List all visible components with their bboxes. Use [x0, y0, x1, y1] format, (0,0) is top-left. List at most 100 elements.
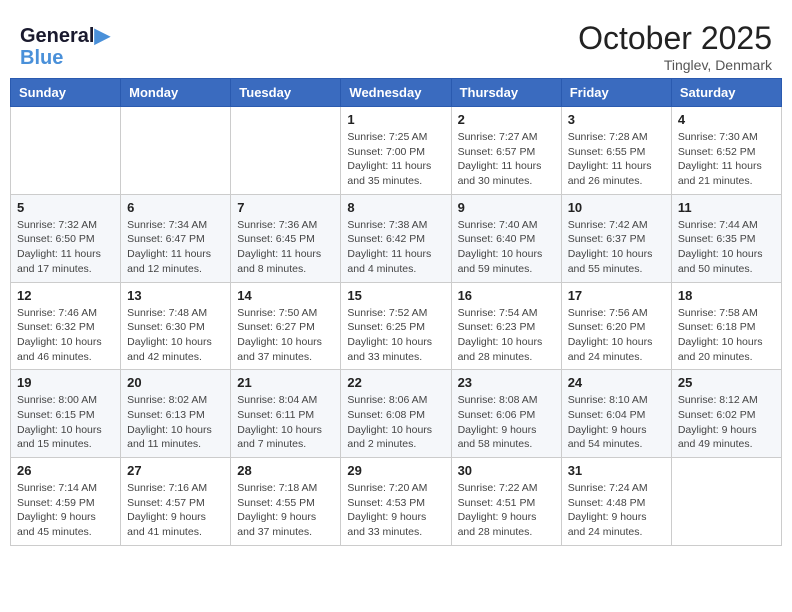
- header-monday: Monday: [121, 79, 231, 107]
- calendar-week-1: 5 Sunrise: 7:32 AMSunset: 6:50 PMDaylight…: [11, 194, 782, 282]
- day-info: Sunrise: 8:10 AMSunset: 6:04 PMDaylight:…: [568, 393, 665, 452]
- calendar-cell: 31 Sunrise: 7:24 AMSunset: 4:48 PMDayligh…: [561, 458, 671, 546]
- calendar-cell: 30 Sunrise: 7:22 AMSunset: 4:51 PMDayligh…: [451, 458, 561, 546]
- day-info: Sunrise: 7:50 AMSunset: 6:27 PMDaylight:…: [237, 306, 334, 365]
- day-number: 11: [678, 200, 775, 215]
- day-info: Sunrise: 8:06 AMSunset: 6:08 PMDaylight:…: [347, 393, 444, 452]
- day-info: Sunrise: 7:40 AMSunset: 6:40 PMDaylight:…: [458, 218, 555, 277]
- calendar-cell: 18Sunrise: 7:58 AMSunset: 6:18 PMDayligh…: [671, 282, 781, 370]
- calendar-cell: [231, 107, 341, 195]
- calendar-cell: 14 Sunrise: 7:50 AMSunset: 6:27 PMDayligh…: [231, 282, 341, 370]
- calendar-header-row: Sunday Monday Tuesday Wednesday Thursday…: [11, 79, 782, 107]
- calendar-cell: 11 Sunrise: 7:44 AMSunset: 6:35 PMDayligh…: [671, 194, 781, 282]
- day-number: 21: [237, 375, 334, 390]
- header-saturday: Saturday: [671, 79, 781, 107]
- day-number: 2: [458, 112, 555, 127]
- calendar-cell: 13 Sunrise: 7:48 AMSunset: 6:30 PMDayligh…: [121, 282, 231, 370]
- day-number: 5: [17, 200, 114, 215]
- calendar-cell: 17 Sunrise: 7:56 AMSunset: 6:20 PMDayligh…: [561, 282, 671, 370]
- day-info: Sunrise: 7:44 AMSunset: 6:35 PMDaylight:…: [678, 218, 775, 277]
- day-info: Sunrise: 7:20 AMSunset: 4:53 PMDaylight:…: [347, 481, 444, 540]
- calendar-cell: 23 Sunrise: 8:08 AMSunset: 6:06 PMDayligh…: [451, 370, 561, 458]
- day-number: 23: [458, 375, 555, 390]
- calendar-cell: [121, 107, 231, 195]
- page-header: General▶ Blue October 2025 Tinglev, Denm…: [10, 10, 782, 73]
- day-number: 8: [347, 200, 444, 215]
- header-tuesday: Tuesday: [231, 79, 341, 107]
- day-info: Sunrise: 7:46 AMSunset: 6:32 PMDaylight:…: [17, 306, 114, 365]
- calendar-cell: 2Sunrise: 7:27 AMSunset: 6:57 PMDaylight…: [451, 107, 561, 195]
- calendar-cell: 4 Sunrise: 7:30 AMSunset: 6:52 PMDaylight…: [671, 107, 781, 195]
- calendar-cell: [11, 107, 121, 195]
- day-info: Sunrise: 7:36 AMSunset: 6:45 PMDaylight:…: [237, 218, 334, 277]
- day-info: Sunrise: 7:30 AMSunset: 6:52 PMDaylight:…: [678, 130, 775, 189]
- day-info: Sunrise: 7:34 AMSunset: 6:47 PMDaylight:…: [127, 218, 224, 277]
- day-info: Sunrise: 8:00 AMSunset: 6:15 PMDaylight:…: [17, 393, 114, 452]
- day-info: Sunrise: 8:04 AMSunset: 6:11 PMDaylight:…: [237, 393, 334, 452]
- day-info: Sunrise: 7:42 AMSunset: 6:37 PMDaylight:…: [568, 218, 665, 277]
- header-sunday: Sunday: [11, 79, 121, 107]
- calendar-cell: 6Sunrise: 7:34 AMSunset: 6:47 PMDaylight…: [121, 194, 231, 282]
- calendar-cell: 5 Sunrise: 7:32 AMSunset: 6:50 PMDaylight…: [11, 194, 121, 282]
- day-number: 12: [17, 288, 114, 303]
- calendar-week-4: 26Sunrise: 7:14 AMSunset: 4:59 PMDayligh…: [11, 458, 782, 546]
- calendar-cell: 20Sunrise: 8:02 AMSunset: 6:13 PMDayligh…: [121, 370, 231, 458]
- calendar-cell: [671, 458, 781, 546]
- day-number: 3: [568, 112, 665, 127]
- day-number: 16: [458, 288, 555, 303]
- header-thursday: Thursday: [451, 79, 561, 107]
- calendar-cell: 9 Sunrise: 7:40 AMSunset: 6:40 PMDaylight…: [451, 194, 561, 282]
- day-number: 10: [568, 200, 665, 215]
- day-number: 19: [17, 375, 114, 390]
- day-info: Sunrise: 7:32 AMSunset: 6:50 PMDaylight:…: [17, 218, 114, 277]
- day-info: Sunrise: 8:12 AMSunset: 6:02 PMDaylight:…: [678, 393, 775, 452]
- day-info: Sunrise: 8:02 AMSunset: 6:13 PMDaylight:…: [127, 393, 224, 452]
- day-number: 14: [237, 288, 334, 303]
- calendar-cell: 19 Sunrise: 8:00 AMSunset: 6:15 PMDayligh…: [11, 370, 121, 458]
- day-info: Sunrise: 7:58 AMSunset: 6:18 PMDaylight:…: [678, 306, 775, 365]
- calendar-cell: 21 Sunrise: 8:04 AMSunset: 6:11 PMDayligh…: [231, 370, 341, 458]
- day-number: 1: [347, 112, 444, 127]
- calendar-cell: 29Sunrise: 7:20 AMSunset: 4:53 PMDayligh…: [341, 458, 451, 546]
- location: Tinglev, Denmark: [578, 57, 772, 73]
- day-info: Sunrise: 7:28 AMSunset: 6:55 PMDaylight:…: [568, 130, 665, 189]
- day-number: 15: [347, 288, 444, 303]
- day-info: Sunrise: 7:38 AMSunset: 6:42 PMDaylight:…: [347, 218, 444, 277]
- logo-text: General▶ Blue: [20, 25, 110, 69]
- calendar-cell: 7 Sunrise: 7:36 AMSunset: 6:45 PMDaylight…: [231, 194, 341, 282]
- calendar-cell: 26Sunrise: 7:14 AMSunset: 4:59 PMDayligh…: [11, 458, 121, 546]
- calendar-cell: 12 Sunrise: 7:46 AMSunset: 6:32 PMDayligh…: [11, 282, 121, 370]
- day-number: 22: [347, 375, 444, 390]
- calendar-cell: 1Sunrise: 7:25 AMSunset: 7:00 PMDaylight…: [341, 107, 451, 195]
- day-number: 17: [568, 288, 665, 303]
- calendar-cell: 27 Sunrise: 7:16 AMSunset: 4:57 PMDayligh…: [121, 458, 231, 546]
- day-number: 24: [568, 375, 665, 390]
- day-info: Sunrise: 7:48 AMSunset: 6:30 PMDaylight:…: [127, 306, 224, 365]
- day-number: 31: [568, 463, 665, 478]
- day-number: 4: [678, 112, 775, 127]
- day-number: 28: [237, 463, 334, 478]
- day-number: 13: [127, 288, 224, 303]
- header-friday: Friday: [561, 79, 671, 107]
- calendar-week-3: 19 Sunrise: 8:00 AMSunset: 6:15 PMDayligh…: [11, 370, 782, 458]
- title-section: October 2025 Tinglev, Denmark: [578, 20, 772, 73]
- day-info: Sunrise: 7:52 AMSunset: 6:25 PMDaylight:…: [347, 306, 444, 365]
- calendar-cell: 10 Sunrise: 7:42 AMSunset: 6:37 PMDayligh…: [561, 194, 671, 282]
- day-info: Sunrise: 7:24 AMSunset: 4:48 PMDaylight:…: [568, 481, 665, 540]
- day-info: Sunrise: 8:08 AMSunset: 6:06 PMDaylight:…: [458, 393, 555, 452]
- day-info: Sunrise: 7:54 AMSunset: 6:23 PMDaylight:…: [458, 306, 555, 365]
- calendar-week-2: 12 Sunrise: 7:46 AMSunset: 6:32 PMDayligh…: [11, 282, 782, 370]
- calendar-cell: 16 Sunrise: 7:54 AMSunset: 6:23 PMDayligh…: [451, 282, 561, 370]
- day-number: 9: [458, 200, 555, 215]
- day-info: Sunrise: 7:18 AMSunset: 4:55 PMDaylight:…: [237, 481, 334, 540]
- day-number: 30: [458, 463, 555, 478]
- calendar-cell: 25 Sunrise: 8:12 AMSunset: 6:02 PMDayligh…: [671, 370, 781, 458]
- day-info: Sunrise: 7:56 AMSunset: 6:20 PMDaylight:…: [568, 306, 665, 365]
- day-number: 7: [237, 200, 334, 215]
- day-number: 25: [678, 375, 775, 390]
- day-number: 27: [127, 463, 224, 478]
- calendar-week-0: 1Sunrise: 7:25 AMSunset: 7:00 PMDaylight…: [11, 107, 782, 195]
- day-info: Sunrise: 7:16 AMSunset: 4:57 PMDaylight:…: [127, 481, 224, 540]
- header-wednesday: Wednesday: [341, 79, 451, 107]
- day-info: Sunrise: 7:22 AMSunset: 4:51 PMDaylight:…: [458, 481, 555, 540]
